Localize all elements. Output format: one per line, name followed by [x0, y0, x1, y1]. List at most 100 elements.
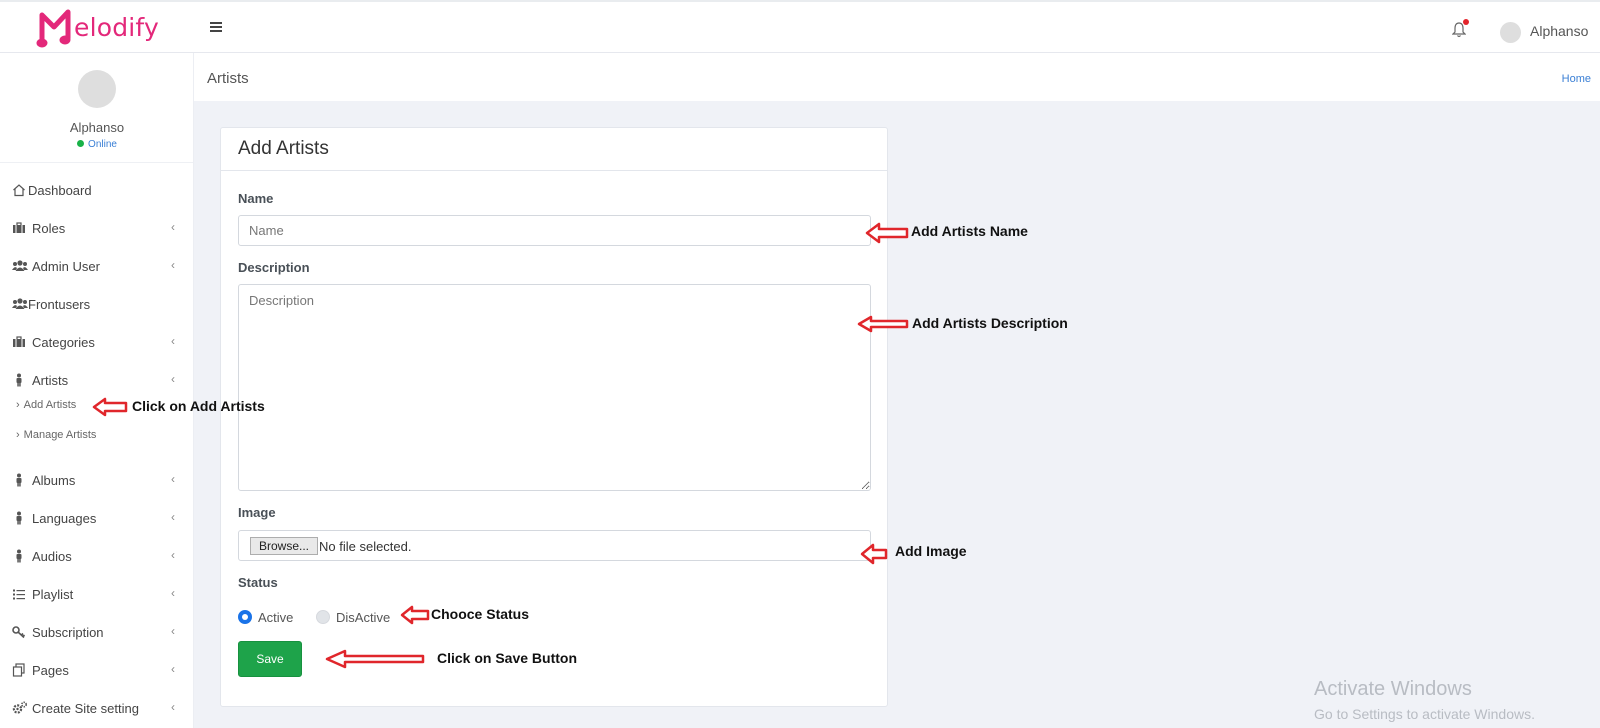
users-icon [12, 259, 28, 273]
status-active-label[interactable]: Active [258, 610, 293, 625]
sidebar-item-artists[interactable]: Artists ‹ [0, 366, 194, 396]
online-dot-icon [77, 140, 85, 147]
browse-button[interactable]: Browse... [250, 537, 319, 555]
sidebar-item-label: Albums [32, 473, 76, 488]
chevron-left-icon: ‹ [171, 586, 175, 600]
annotation-arrow-image [860, 543, 888, 565]
profile-name: Alphanso [69, 120, 125, 135]
sidebar-item-pages[interactable]: Pages ‹ [0, 656, 194, 686]
sidebar-item-label: Frontusers [28, 297, 91, 312]
status-disactive-label[interactable]: DisActive [336, 610, 390, 625]
chevron-left-icon: ‹ [171, 472, 175, 486]
sidebar-item-label: Categories [32, 335, 95, 350]
subitem-label: Add Artists [23, 399, 77, 411]
briefcase-icon [12, 221, 26, 235]
notification-dot [1463, 19, 1469, 25]
sidebar-item-label: Admin User [32, 259, 100, 274]
annotation-arrow-status [400, 605, 430, 625]
user-avatar[interactable] [1500, 22, 1521, 43]
chevron-left-icon: ‹ [171, 662, 175, 676]
page-title: Artists [207, 70, 249, 87]
sidebar-item-label: Roles [32, 221, 66, 236]
sidebar-item-languages[interactable]: Languages ‹ [0, 504, 194, 534]
name-label: Name [238, 191, 274, 206]
status-label: Status [238, 575, 278, 590]
save-button[interactable]: Save [238, 641, 302, 677]
sidebar-item-dashboard[interactable]: Dashboard [0, 176, 194, 206]
chevron-left-icon: ‹ [171, 700, 175, 714]
home-icon [12, 183, 26, 197]
sidebar-item-admin-user[interactable]: Admin User ‹ [0, 252, 194, 282]
sidebar-item-playlist[interactable]: Playlist ‹ [0, 580, 194, 610]
list-icon [12, 587, 26, 601]
sidebar-item-albums[interactable]: Albums ‹ [0, 466, 194, 496]
sidebar-profile: Alphanso Online [0, 53, 193, 163]
brand-logo[interactable]: elodify [36, 7, 159, 49]
music-note-logo-icon [36, 9, 71, 48]
copy-icon [12, 663, 26, 677]
sidebar-item-label: Playlist [32, 587, 74, 602]
profile-avatar [78, 70, 116, 108]
sidebar-item-categories[interactable]: Categories ‹ [0, 328, 194, 358]
key-icon [12, 625, 26, 639]
sidebar-item-roles[interactable]: Roles ‹ [0, 214, 194, 244]
file-status-text: No file selected. [319, 539, 412, 554]
windows-watermark-title: Activate Windows [1314, 678, 1472, 700]
chevron-left-icon: ‹ [171, 220, 175, 234]
chevron-left-icon: ‹ [171, 334, 175, 348]
brand-name: elodify [74, 13, 159, 42]
profile-status: Online [0, 139, 194, 150]
page-header: Artists Home [194, 53, 1600, 101]
person-icon [12, 511, 26, 525]
chevron-left-icon: ‹ [171, 372, 175, 386]
annotation-save: Click on Save Button [437, 650, 578, 666]
add-artists-card: Add Artists Name Description Image Brows… [220, 127, 888, 707]
sidebar-item-frontusers[interactable]: Frontusers [0, 290, 194, 320]
sidebar-item-create-site-setting[interactable]: Create Site setting ‹ [0, 694, 194, 724]
windows-watermark-subtitle: Go to Settings to activate Windows. [1314, 706, 1535, 722]
profile-status-text: Online [88, 139, 117, 150]
description-textarea[interactable] [238, 284, 871, 491]
sidebar-item-audios[interactable]: Audios ‹ [0, 542, 194, 572]
annotation-arrow-add-artists [92, 397, 128, 417]
sidebar-item-subscription[interactable]: Subscription ‹ [0, 618, 194, 648]
annotation-arrow-description [857, 315, 909, 333]
chevron-left-icon: ‹ [171, 548, 175, 562]
notification-bell-icon[interactable] [1452, 19, 1470, 40]
annotation-status: Chooce Status [431, 606, 530, 622]
image-file-input[interactable]: Browse... No file selected. [238, 530, 871, 561]
chevron-right-icon: › [16, 399, 20, 411]
user-menu-name[interactable]: Alphanso [1530, 23, 1588, 39]
sidebar-item-label: Pages [32, 663, 69, 678]
briefcase-icon [12, 335, 26, 349]
status-disactive-radio[interactable] [316, 610, 330, 624]
sidebar-item-label: Dashboard [28, 183, 92, 198]
sidebar-item-label: Languages [32, 511, 97, 526]
card-divider [221, 170, 887, 171]
name-input[interactable] [238, 215, 871, 246]
annotation-description: Add Artists Description [912, 315, 1068, 331]
chevron-left-icon: ‹ [171, 510, 175, 524]
sidebar-item-label: Audios [32, 549, 72, 564]
chevron-right-icon: › [16, 429, 20, 441]
subitem-label: Manage Artists [23, 429, 97, 441]
chevron-left-icon: ‹ [171, 258, 175, 272]
annotation-click-add: Click on Add Artists [132, 398, 265, 414]
sidebar-item-label: Create Site setting [32, 701, 139, 716]
image-label: Image [238, 505, 276, 520]
menu-toggle-icon[interactable] [210, 22, 222, 33]
annotation-arrow-save [325, 649, 425, 669]
users-icon [12, 297, 28, 311]
sidebar-item-label: Artists [32, 373, 69, 388]
sidebar-subitem-manage-artists[interactable]: › Manage Artists [16, 429, 96, 441]
description-label: Description [238, 260, 310, 275]
chevron-left-icon: ‹ [171, 624, 175, 638]
sidebar-subitem-add-artists[interactable]: › Add Artists [16, 399, 76, 411]
sidebar-item-label: Subscription [32, 625, 104, 640]
person-icon [12, 473, 26, 487]
cogs-icon [12, 701, 28, 715]
breadcrumb-home-link[interactable]: Home [1562, 73, 1591, 85]
annotation-name: Add Artists Name [911, 223, 1028, 239]
status-active-radio[interactable] [238, 610, 252, 624]
annotation-arrow-name [865, 222, 909, 244]
